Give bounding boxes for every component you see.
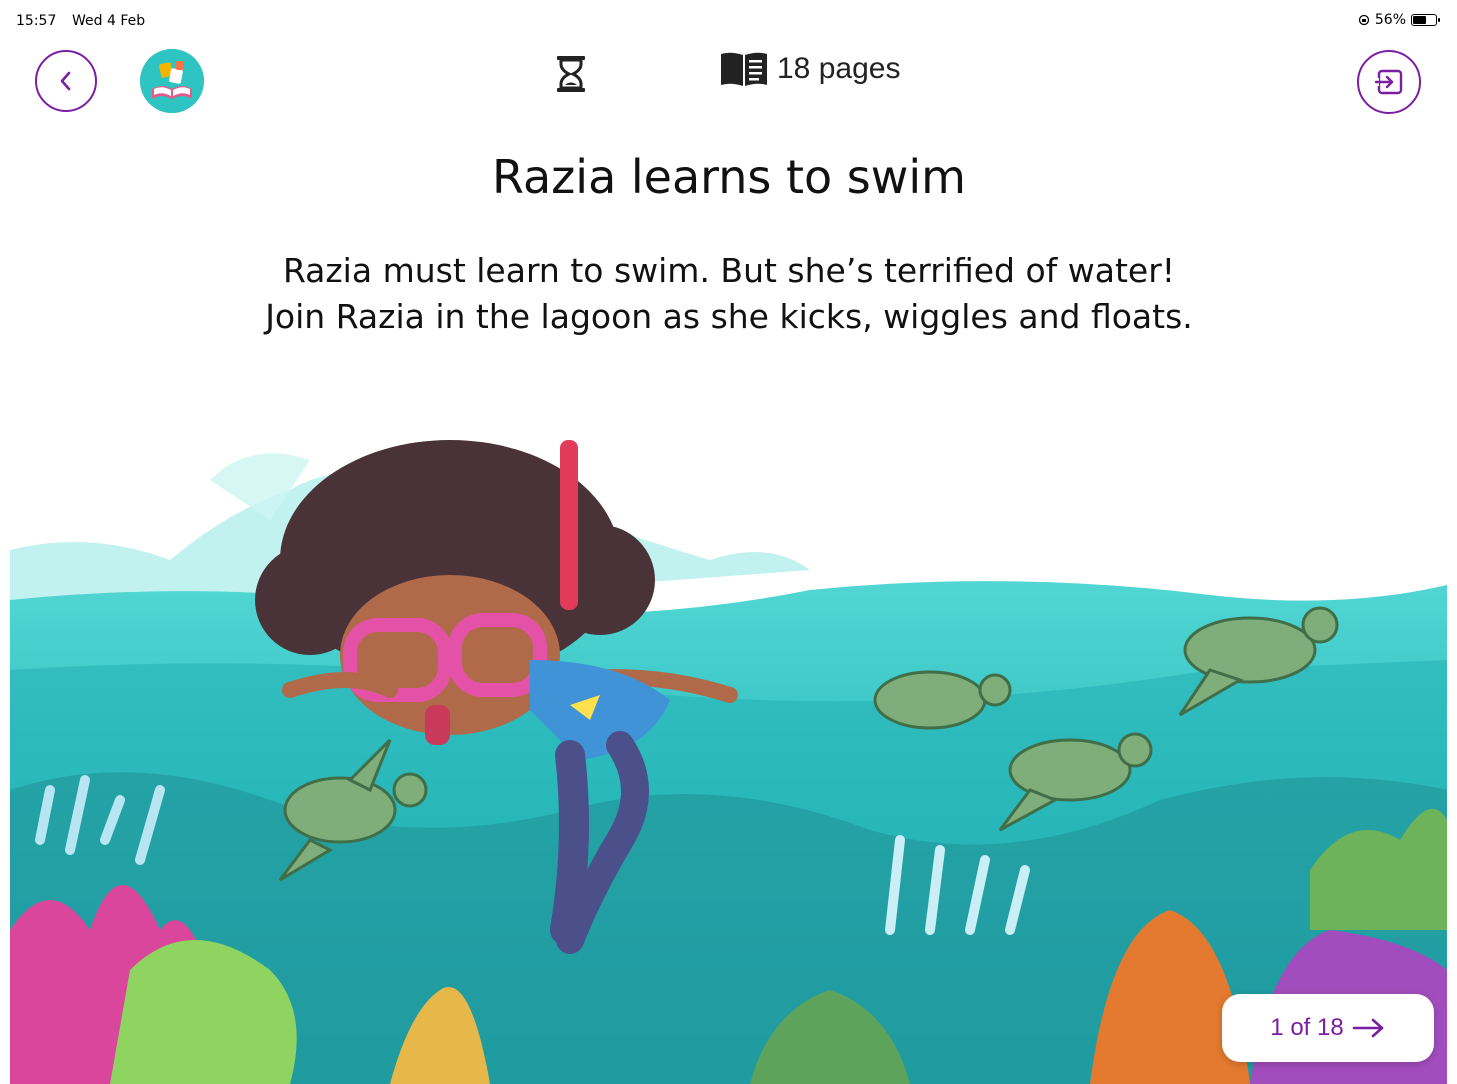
description-line-2: Join Razia in the lagoon as she kicks, w… [265, 297, 1193, 336]
back-button[interactable] [35, 50, 97, 112]
exit-button[interactable] [1357, 50, 1421, 114]
status-indicators: 56% [1358, 12, 1440, 28]
status-time: 15:57 [16, 13, 57, 29]
page-count-info: 18 pages [719, 48, 900, 90]
book-title: Razia learns to swim [492, 150, 966, 204]
cover-illustration [10, 440, 1447, 1084]
page-counter-button[interactable]: 1 of 18 [1222, 994, 1434, 1062]
page-counter-label: 1 of 18 [1270, 1014, 1344, 1041]
app-logo-avatar[interactable] [140, 49, 204, 113]
status-bar: 15:57 Wed 4 Feb 56% [10, 10, 1447, 32]
arrow-right-icon [1352, 1018, 1384, 1038]
chevron-left-icon [60, 71, 71, 91]
description-line-1: Razia must learn to swim. But she’s terr… [282, 251, 1176, 290]
pages-label: 18 pages [777, 52, 901, 85]
open-book-icon [721, 52, 767, 86]
status-date: Wed 4 Feb [72, 13, 146, 29]
rotation-lock-icon [1358, 14, 1370, 26]
battery-percentage: 56% [1374, 12, 1406, 28]
book-description: Razia must learn to swim. But she’s terr… [10, 248, 1447, 340]
reader-screen: 15:57 Wed 4 Feb 56% 18 pages Razia learn… [10, 10, 1447, 1084]
battery-icon [1411, 14, 1440, 26]
hourglass-icon[interactable] [555, 54, 587, 94]
exit-icon [1374, 69, 1403, 95]
